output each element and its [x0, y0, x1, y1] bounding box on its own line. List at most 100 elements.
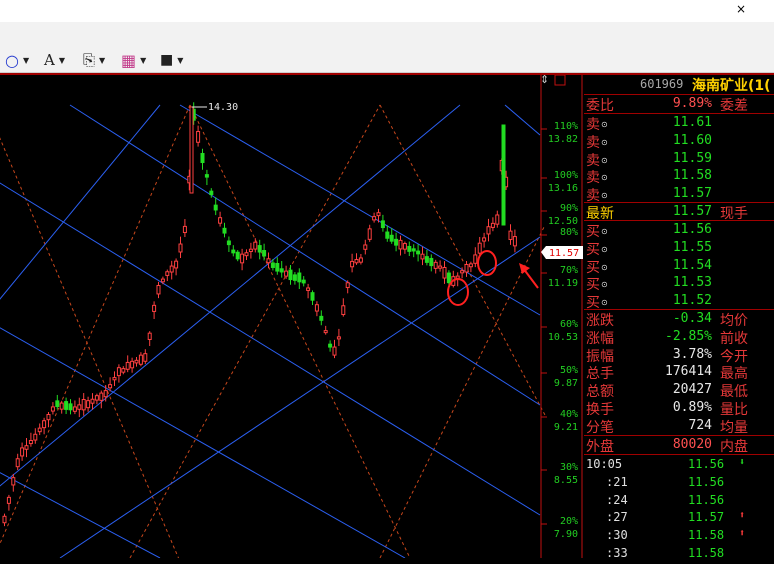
candle-body	[138, 354, 143, 365]
candle-body	[103, 390, 108, 398]
ask-price: 11.58	[672, 168, 712, 184]
latest-value: 11.57	[672, 204, 712, 219]
color-grid-tool[interactable]: ▦ ▼	[121, 51, 146, 70]
tick-price: 11.56	[688, 457, 725, 471]
candle-body	[446, 272, 451, 284]
candle-body	[222, 227, 227, 234]
candle-body	[253, 241, 258, 250]
candle-body	[125, 361, 130, 370]
tick-time: 10:05	[586, 457, 623, 471]
bid-price: 11.55	[672, 239, 712, 255]
candle-body	[275, 262, 280, 272]
candle-body	[108, 384, 113, 389]
candle-body	[182, 225, 187, 234]
candle-body	[156, 284, 161, 295]
candle-body	[134, 359, 139, 364]
outer-label: 外盘	[586, 439, 614, 455]
candle-body	[508, 230, 513, 240]
ask-price: 11.60	[672, 132, 712, 148]
level-dot-icon: ⊙	[601, 120, 608, 129]
candle-body	[486, 226, 491, 235]
candle-body	[130, 360, 135, 369]
y-tick-price: 8.55	[554, 475, 578, 486]
candle-body	[11, 477, 16, 486]
candle-body	[433, 261, 438, 269]
save-tool[interactable]: ■ ▼	[160, 51, 183, 69]
candle-body	[482, 237, 487, 242]
bid-row: 买⊙ 11.55	[584, 239, 774, 258]
tick-price: 11.56	[688, 474, 725, 489]
candle-body	[464, 264, 469, 273]
outer-inner-row: 外盘 80020 内盘	[584, 436, 774, 455]
candle-body	[59, 402, 64, 410]
candle-body	[81, 399, 86, 411]
bid-row: 买⊙ 11.54	[584, 257, 774, 276]
bid-price: 11.56	[672, 222, 712, 237]
circle-draw-tool[interactable]: ○ ▼	[5, 51, 29, 70]
candle-body	[358, 257, 363, 263]
bid-row: 买⊙ 11.56	[584, 221, 774, 240]
quote-panel: 601969 海南矿业(1( 委比 9.89% 委差 卖⊙ 11.61 卖⊙ 11.6…	[584, 75, 774, 560]
candle-body	[20, 447, 25, 457]
text-font-tool[interactable]: A ▼	[44, 51, 65, 69]
candle-body	[55, 400, 60, 407]
chevron-down-icon[interactable]: ▼	[23, 56, 29, 65]
stat-row: 换手 0.89% 量比	[584, 399, 774, 418]
copy-tool[interactable]: ⎘ ▼	[83, 51, 105, 69]
candle-body	[266, 258, 271, 264]
candle-body	[297, 272, 302, 283]
y-tick-price: 10.53	[548, 332, 578, 343]
candle-body	[512, 236, 517, 247]
candle-body	[398, 239, 403, 250]
y-tick-pct: 40%	[560, 409, 578, 420]
candle-body	[231, 249, 236, 254]
y-tick-pct: 90%	[560, 203, 578, 214]
stat-value: -0.34	[672, 311, 712, 326]
chevron-down-icon[interactable]: ▼	[59, 56, 65, 65]
bid-row: 买⊙ 11.52	[584, 292, 774, 311]
stat-row: 总手 176414 最高	[584, 363, 774, 382]
candle-body	[226, 240, 231, 246]
candle-body	[248, 248, 253, 252]
kline-chart[interactable]: ⇕ 110% 13.82 100% 13.16 90% 12.5080% 70% 11.19 6…	[0, 75, 584, 558]
tick-price: 11.56	[688, 492, 725, 507]
candle-body	[178, 243, 183, 253]
ask-row: 卖⊙ 11.59	[584, 150, 774, 169]
ask-row: 卖⊙ 11.61	[584, 114, 774, 133]
level-dot-icon: ⊙	[601, 155, 608, 165]
candle-body	[189, 106, 194, 194]
candle-body	[411, 248, 416, 252]
outer-value: 80020	[672, 437, 712, 452]
ask-row: 卖⊙ 11.58	[584, 167, 774, 186]
level-dot-icon: ⊙	[601, 280, 608, 290]
stock-name: 海南矿业(1(	[692, 78, 771, 94]
candle-body	[477, 242, 482, 254]
chevron-down-icon[interactable]: ▼	[99, 56, 105, 65]
tick-time: :27	[606, 510, 628, 525]
tick-arrow-icon: ⬆	[739, 510, 746, 522]
level-dot-icon: ⊙	[601, 173, 608, 183]
candle-body	[468, 263, 473, 268]
crosshair-icon[interactable]: ⇕	[540, 75, 549, 86]
candle-body	[2, 515, 7, 524]
candle-body	[196, 131, 201, 143]
y-tick-price: 11.19	[548, 278, 578, 289]
tick-arrow-icon: ⬆	[739, 528, 746, 540]
stat-right-label: 均量	[720, 419, 748, 436]
divider	[584, 454, 774, 455]
tick-row: :27 11.57 ⬆	[584, 510, 774, 528]
bid-price: 11.53	[672, 275, 712, 291]
candle-body	[490, 222, 495, 228]
stat-value: 724	[688, 417, 712, 433]
y-tick-pct: 80%	[560, 227, 578, 238]
candle-body	[354, 258, 359, 264]
stat-value: 176414	[665, 364, 712, 380]
latest-row: 最新 11.57 现手	[584, 203, 774, 222]
ask-row: 卖⊙ 11.57	[584, 185, 774, 204]
candle-body	[367, 228, 372, 240]
chevron-down-icon[interactable]: ▼	[177, 56, 183, 65]
chevron-down-icon[interactable]: ▼	[140, 56, 146, 65]
close-icon[interactable]: ×	[736, 2, 746, 16]
bid-price: 11.52	[672, 293, 712, 309]
candle-body	[279, 268, 284, 273]
